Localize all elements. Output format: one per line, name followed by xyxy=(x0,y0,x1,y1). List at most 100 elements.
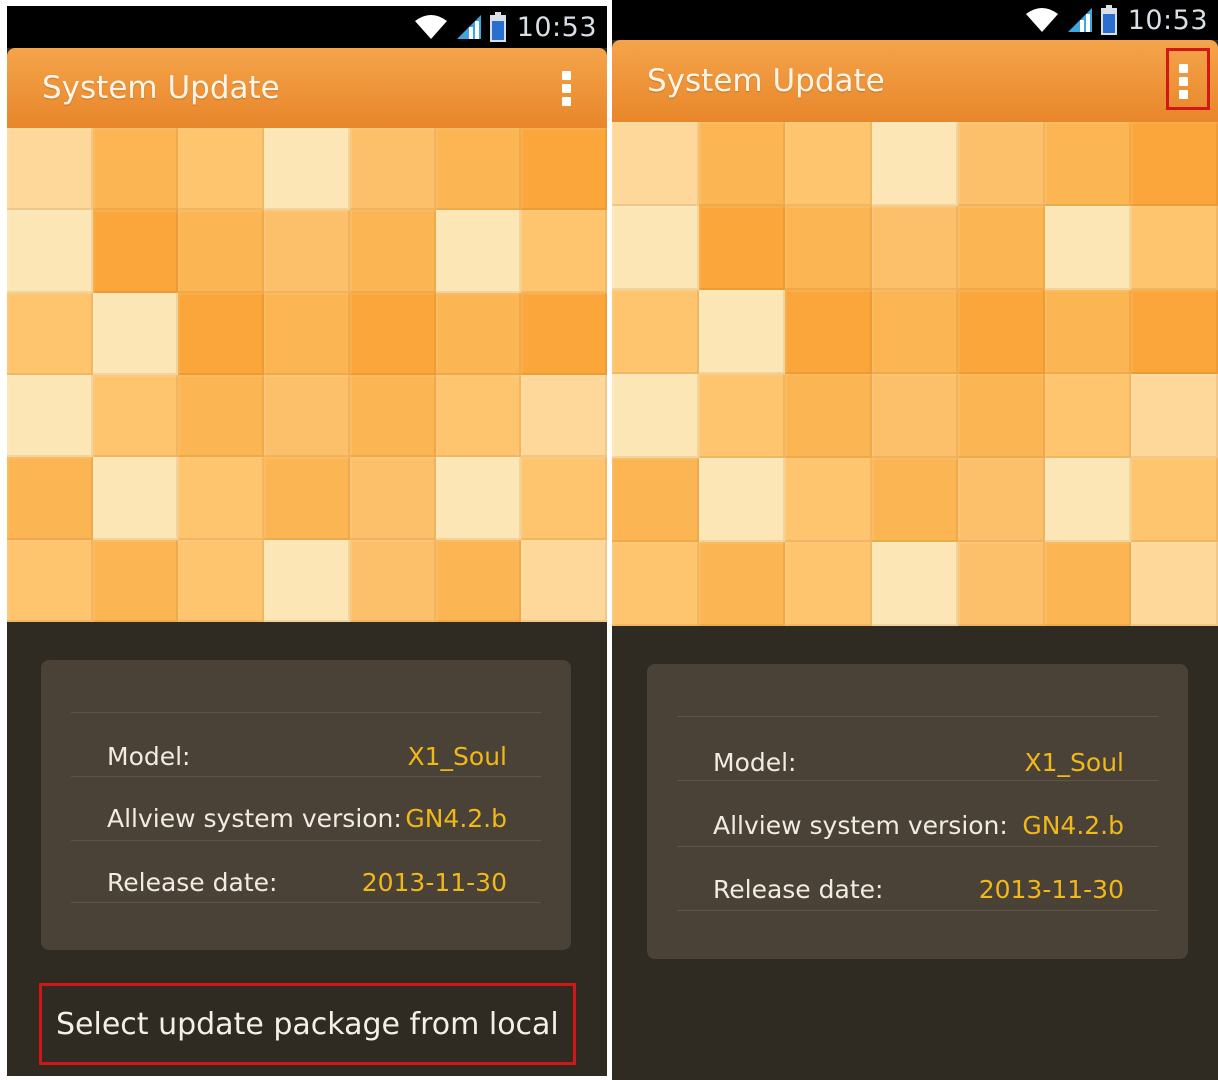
mosaic-tile xyxy=(349,539,436,622)
mosaic-tile xyxy=(871,122,959,206)
mosaic-tile xyxy=(264,375,350,458)
mosaic-tile xyxy=(7,292,93,375)
mosaic-tile xyxy=(349,210,436,293)
info-row-version: Allview system version: GN4.2.b xyxy=(107,804,507,833)
device-info-card: Model: X1_Soul Allview system version: G… xyxy=(647,664,1188,959)
app-title: System Update xyxy=(42,70,280,106)
version-value: GN4.2.b xyxy=(1022,811,1124,840)
action-bar: System Update xyxy=(612,40,1218,122)
divider xyxy=(71,902,541,903)
mosaic-tile xyxy=(1044,542,1132,626)
release-label: Release date: xyxy=(713,875,884,904)
mosaic-tile xyxy=(435,210,522,293)
mosaic-tile xyxy=(178,539,265,622)
mosaic-tile xyxy=(349,128,436,211)
divider xyxy=(71,776,541,777)
mosaic-tile xyxy=(7,539,93,622)
mosaic-tile xyxy=(698,458,786,542)
mosaic-tile xyxy=(612,122,699,206)
mosaic-tile xyxy=(698,206,786,290)
version-label: Allview system version: xyxy=(107,804,402,833)
mosaic-tile xyxy=(612,206,699,290)
mosaic-tile xyxy=(264,539,350,622)
mosaic-tile xyxy=(435,457,522,540)
mosaic-tile xyxy=(1044,458,1132,542)
release-label: Release date: xyxy=(107,868,278,897)
overflow-menu-highlight xyxy=(1166,48,1210,110)
mosaic-tile xyxy=(435,128,522,211)
divider xyxy=(71,840,541,841)
mosaic-tile xyxy=(521,210,607,293)
divider xyxy=(677,910,1158,911)
mosaic-tile xyxy=(785,206,872,290)
battery-icon xyxy=(1100,5,1117,35)
mosaic-tile xyxy=(521,457,607,540)
action-bar: System Update xyxy=(7,48,607,128)
mosaic-tile xyxy=(264,292,350,375)
mosaic-tile xyxy=(7,128,93,211)
status-bar: 10:53 xyxy=(7,6,607,48)
info-row-release: Release date: 2013-11-30 xyxy=(107,868,507,897)
info-row-model: Model: X1_Soul xyxy=(713,748,1124,777)
mosaic-tile xyxy=(612,458,699,542)
model-value: X1_Soul xyxy=(407,742,508,771)
mosaic-tile xyxy=(7,457,93,540)
mosaic-tile xyxy=(871,290,959,374)
stage: 10:53 System Update Model: X1_Soul Allvi… xyxy=(0,0,1218,1080)
mosaic-tile xyxy=(871,458,959,542)
info-row-version: Allview system version: GN4.2.b xyxy=(713,811,1124,840)
mosaic-tile xyxy=(871,542,959,626)
status-time: 10:53 xyxy=(516,11,597,43)
release-value: 2013-11-30 xyxy=(978,875,1124,904)
model-label: Model: xyxy=(713,748,797,777)
mosaic-tile xyxy=(521,375,607,458)
overflow-menu-button[interactable] xyxy=(553,64,579,112)
mosaic-tile xyxy=(521,539,607,622)
mosaic-tile xyxy=(521,292,607,375)
mosaic-tile xyxy=(612,374,699,458)
wifi-icon xyxy=(1025,8,1058,32)
mosaic-tile xyxy=(612,290,699,374)
divider xyxy=(71,712,541,713)
mosaic-tile xyxy=(1131,122,1218,206)
mosaic-tile xyxy=(349,457,436,540)
mosaic-tile xyxy=(92,128,179,211)
info-row-model: Model: X1_Soul xyxy=(107,742,507,771)
mosaic-tile xyxy=(958,122,1045,206)
mosaic-tile xyxy=(698,374,786,458)
version-label: Allview system version: xyxy=(713,811,1008,840)
battery-icon xyxy=(489,12,506,42)
select-local-package-option[interactable]: Select update package from local xyxy=(39,983,576,1065)
model-label: Model: xyxy=(107,742,191,771)
mosaic-tile xyxy=(958,542,1045,626)
model-value: X1_Soul xyxy=(1024,748,1125,777)
mosaic-tile xyxy=(178,210,265,293)
mosaic-tile xyxy=(871,374,959,458)
mosaic-tile xyxy=(1131,542,1218,626)
mosaic-tile xyxy=(92,210,179,293)
mosaic-tile xyxy=(435,375,522,458)
mosaic-tile xyxy=(264,128,350,211)
mosaic-tile xyxy=(785,290,872,374)
mosaic-tile xyxy=(698,542,786,626)
mosaic-banner xyxy=(612,122,1218,626)
signal-icon xyxy=(456,15,481,39)
version-value: GN4.2.b xyxy=(405,804,507,833)
device-info-card: Model: X1_Soul Allview system version: G… xyxy=(41,660,571,950)
mosaic-tile xyxy=(7,375,93,458)
mosaic-tile xyxy=(521,128,607,211)
mosaic-tile xyxy=(1131,374,1218,458)
mosaic-tile xyxy=(178,375,265,458)
mosaic-tile xyxy=(178,128,265,211)
mosaic-tile xyxy=(1044,290,1132,374)
status-bar: 10:53 xyxy=(612,0,1218,40)
mosaic-tile xyxy=(1131,206,1218,290)
app-title: System Update xyxy=(647,63,885,99)
mosaic-tile xyxy=(612,542,699,626)
mosaic-tile xyxy=(178,292,265,375)
mosaic-tile xyxy=(958,206,1045,290)
overflow-menu-icon xyxy=(561,70,571,80)
mosaic-tile xyxy=(1044,206,1132,290)
status-time: 10:53 xyxy=(1127,4,1208,36)
info-row-release: Release date: 2013-11-30 xyxy=(713,875,1124,904)
